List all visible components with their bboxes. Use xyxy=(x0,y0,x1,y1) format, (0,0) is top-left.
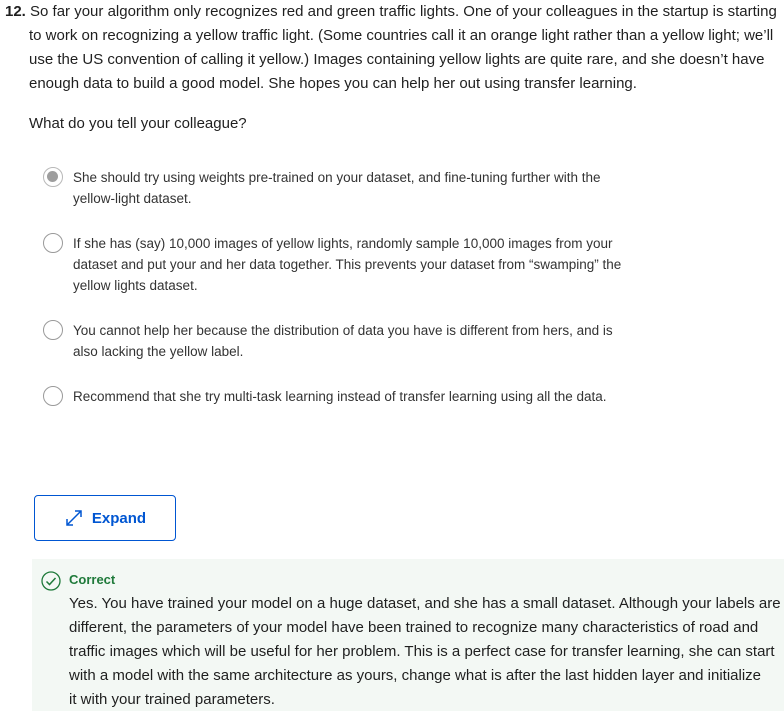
question-prompt: What do you tell your colleague? xyxy=(29,115,247,132)
answer-option-text: You cannot help her because the distribu… xyxy=(73,323,613,359)
question-text: 12. So far your algorithm only recognize… xyxy=(0,0,784,96)
radio-button[interactable] xyxy=(43,320,63,340)
question-line: enough data to build a good model. She h… xyxy=(29,75,637,92)
question-line: to work on recognizing a yellow traffic … xyxy=(29,27,774,44)
expand-button[interactable]: Expand xyxy=(34,495,176,541)
answer-option-3[interactable]: You cannot help her because the distribu… xyxy=(43,320,643,362)
answer-option-text: Recommend that she try multi-task learni… xyxy=(73,389,607,404)
radio-button-selected[interactable] xyxy=(43,167,63,187)
answer-option-4[interactable]: Recommend that she try multi-task learni… xyxy=(43,386,643,407)
answer-option-1[interactable]: She should try using weights pre-trained… xyxy=(43,167,643,209)
feedback-panel: Correct Yes. You have trained your model… xyxy=(32,559,784,711)
question-line: 12. So far your algorithm only recognize… xyxy=(5,3,777,20)
question-line: use the US convention of calling it yell… xyxy=(29,51,765,68)
radio-button[interactable] xyxy=(43,233,63,253)
feedback-status: Correct xyxy=(69,572,116,587)
question-number: 12. xyxy=(5,3,26,20)
check-circle-icon xyxy=(41,571,61,596)
answer-option-text: She should try using weights pre-trained… xyxy=(73,170,601,206)
radio-button[interactable] xyxy=(43,386,63,406)
feedback-explanation: Yes. You have trained your model on a hu… xyxy=(69,595,781,708)
answer-option-text: If she has (say) 10,000 images of yellow… xyxy=(73,236,622,293)
expand-button-label: Expand xyxy=(91,509,147,527)
answer-option-2[interactable]: If she has (say) 10,000 images of yellow… xyxy=(43,233,643,296)
quiz-page: 12. So far your algorithm only recognize… xyxy=(0,0,784,711)
expand-arrows-icon xyxy=(64,508,84,528)
